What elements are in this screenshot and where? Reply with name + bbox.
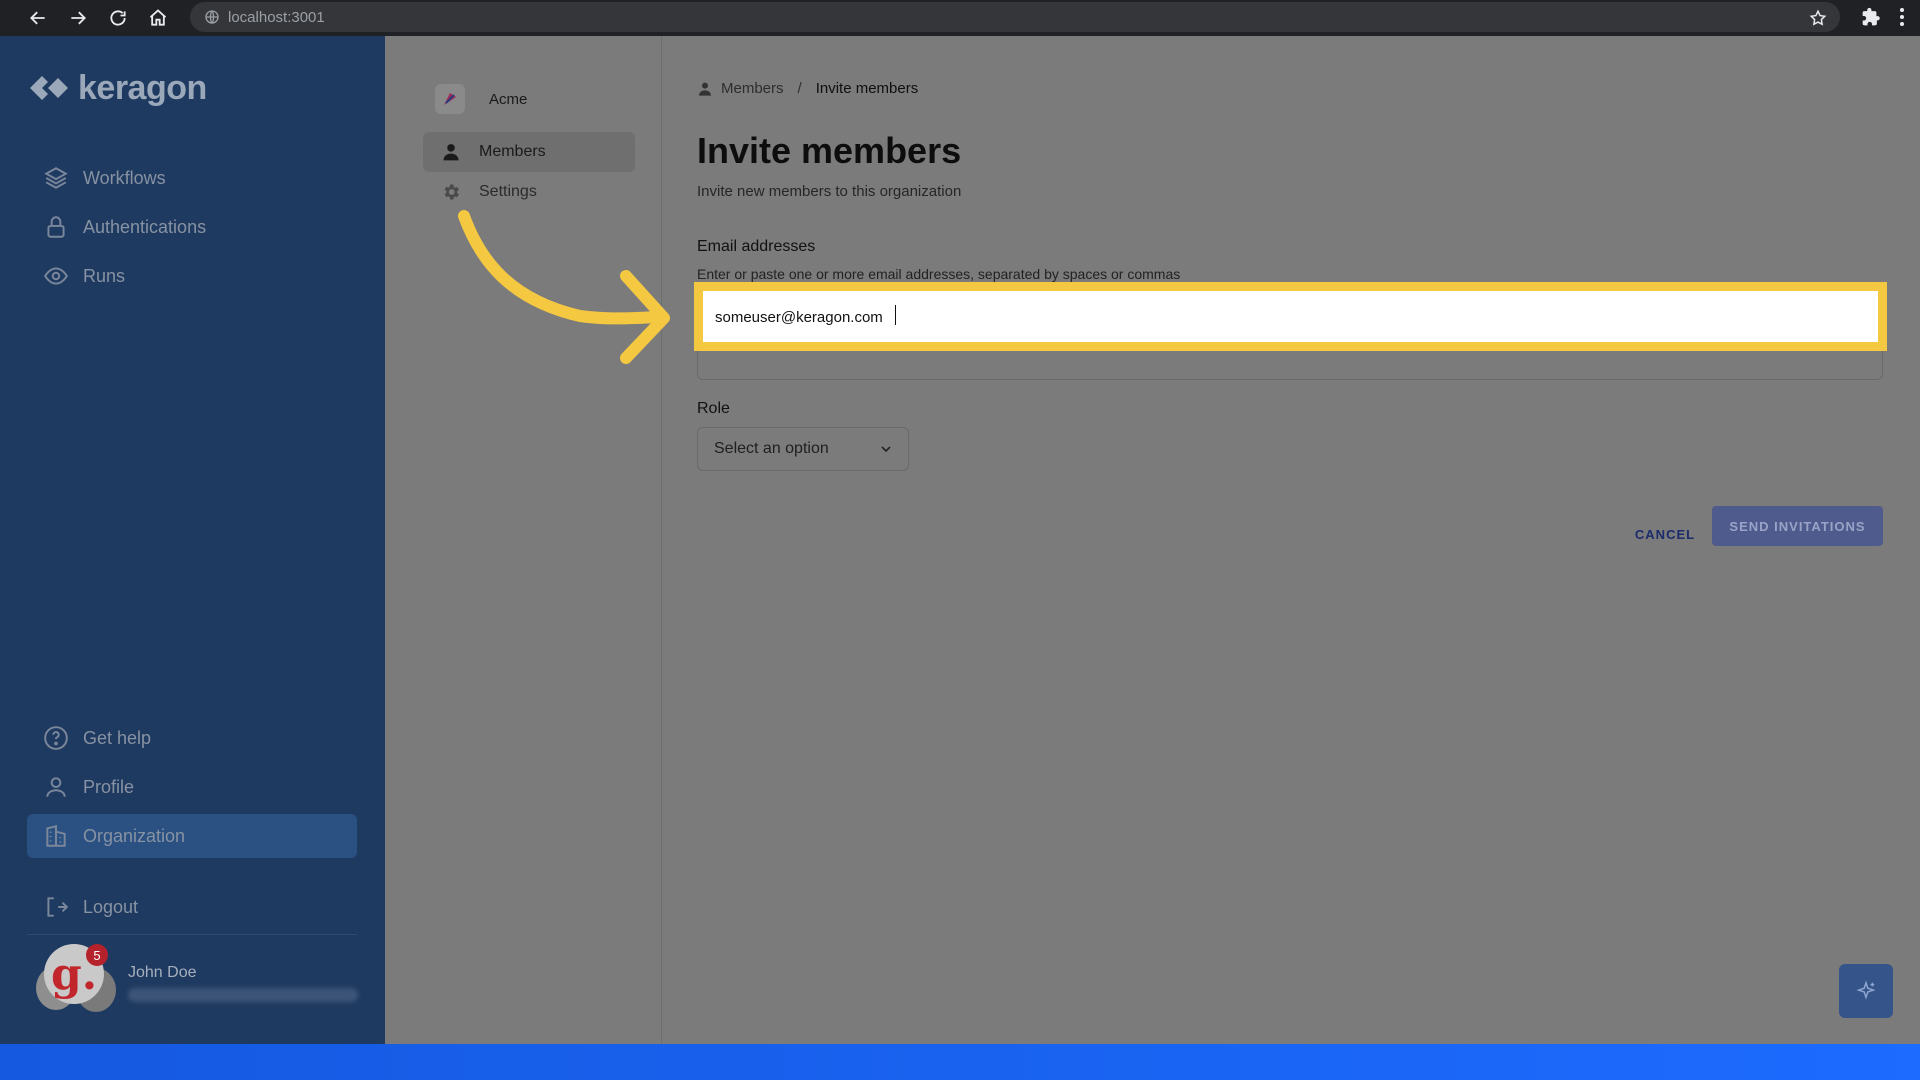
bookmark-button[interactable] bbox=[1804, 4, 1832, 32]
org-name: Acme bbox=[489, 90, 528, 108]
reload-icon bbox=[110, 10, 126, 26]
star-icon bbox=[1809, 9, 1827, 26]
layers-icon bbox=[43, 165, 69, 191]
email-field[interactable] bbox=[694, 282, 1887, 351]
breadcrumb-current: Invite members bbox=[815, 80, 919, 97]
sparkle-icon bbox=[1856, 980, 1876, 1000]
kebab-menu-icon bbox=[1900, 8, 1904, 26]
page-title: Invite members bbox=[697, 130, 962, 171]
assistant-button[interactable] bbox=[1839, 964, 1893, 1018]
sidebar-item-get-help[interactable]: Get help bbox=[27, 716, 357, 760]
chevron-down-icon bbox=[881, 446, 891, 453]
org-subnav: Acme Members Settings bbox=[385, 36, 662, 1044]
browser-toolbar: localhost:3001 bbox=[0, 0, 1920, 36]
question-circle-icon bbox=[43, 725, 69, 751]
sidebar-item-profile[interactable]: Profile bbox=[27, 765, 357, 809]
user-email-blurred bbox=[128, 988, 358, 1002]
arrow-left-icon bbox=[30, 11, 45, 25]
breadcrumb: Members / Invite members bbox=[697, 80, 918, 97]
home-icon bbox=[149, 9, 167, 26]
email-input[interactable] bbox=[715, 305, 1865, 329]
keragon-logo[interactable]: keragon bbox=[26, 68, 207, 108]
app-window: keragon Workflows Authentications Runs G… bbox=[0, 36, 1920, 1044]
bottom-taskbar-band bbox=[0, 1044, 1920, 1080]
breadcrumb-link-members[interactable]: Members bbox=[721, 80, 784, 97]
subnav-item-settings[interactable]: Settings bbox=[423, 172, 635, 212]
forward-button[interactable] bbox=[58, 0, 98, 36]
email-field-label: Email addresses bbox=[697, 238, 816, 255]
subnav-item-members[interactable]: Members bbox=[423, 132, 635, 172]
person-icon bbox=[43, 774, 69, 800]
gear-icon bbox=[441, 182, 461, 202]
role-field-label: Role bbox=[697, 400, 730, 417]
sidebar-item-workflows[interactable]: Workflows bbox=[27, 156, 357, 200]
home-button[interactable] bbox=[138, 0, 178, 36]
building-icon bbox=[43, 823, 69, 849]
eye-icon bbox=[43, 263, 69, 289]
logo-text: keragon bbox=[78, 68, 207, 107]
person-icon bbox=[441, 142, 461, 162]
arrow-right-icon bbox=[71, 11, 86, 25]
lock-icon bbox=[43, 214, 69, 240]
address-bar[interactable]: localhost:3001 bbox=[190, 2, 1840, 32]
puzzle-icon bbox=[1862, 7, 1880, 26]
breadcrumb-separator: / bbox=[797, 80, 802, 97]
extensions-button[interactable] bbox=[1856, 2, 1886, 32]
reload-button[interactable] bbox=[98, 0, 138, 36]
send-invitations-button[interactable]: SEND INVITATIONS bbox=[1712, 506, 1883, 546]
person-icon bbox=[699, 82, 711, 96]
sidebar-item-label: Logout bbox=[83, 896, 139, 917]
page-subtitle: Invite new members to this organization bbox=[697, 183, 962, 200]
avatar-group: g. 5 bbox=[36, 944, 116, 1016]
cancel-button[interactable]: CANCEL bbox=[1620, 514, 1710, 554]
sidebar-item-label: Runs bbox=[83, 265, 126, 286]
back-button[interactable] bbox=[18, 0, 58, 36]
subnav-item-label: Settings bbox=[479, 183, 537, 200]
user-card[interactable]: g. 5 John Doe bbox=[36, 936, 366, 1036]
email-field-help: Enter or paste one or more email address… bbox=[697, 266, 1181, 282]
main-content: Members / Invite members Invite members … bbox=[662, 36, 1920, 1044]
sidebar-item-label: Get help bbox=[83, 727, 152, 748]
keragon-logo-icon bbox=[30, 76, 68, 100]
sidebar-item-runs[interactable]: Runs bbox=[27, 254, 357, 298]
sidebar-item-label: Profile bbox=[83, 776, 135, 797]
url-text: localhost:3001 bbox=[228, 8, 325, 26]
text-cursor bbox=[895, 305, 896, 325]
sidebar-item-label: Workflows bbox=[83, 167, 166, 188]
org-logo-icon bbox=[435, 84, 465, 114]
notification-badge: 5 bbox=[86, 944, 108, 966]
sidebar-item-authentications[interactable]: Authentications bbox=[27, 205, 357, 249]
role-select[interactable]: Select an option bbox=[697, 427, 909, 471]
globe-icon bbox=[205, 10, 219, 24]
role-select-value: Select an option bbox=[714, 440, 829, 457]
sidebar-item-organization[interactable]: Organization bbox=[27, 814, 357, 858]
sidebar-divider bbox=[27, 934, 357, 935]
org-header: Acme bbox=[435, 84, 527, 114]
sidebar-item-logout[interactable]: Logout bbox=[27, 885, 357, 929]
logout-icon bbox=[43, 894, 69, 920]
user-name: John Doe bbox=[128, 964, 197, 981]
sidebar-item-label: Organization bbox=[83, 825, 186, 846]
sidebar-item-label: Authentications bbox=[83, 216, 207, 237]
subnav-item-label: Members bbox=[479, 143, 546, 160]
sidebar: keragon Workflows Authentications Runs G… bbox=[0, 36, 385, 1044]
browser-menu-button[interactable] bbox=[1888, 2, 1916, 32]
